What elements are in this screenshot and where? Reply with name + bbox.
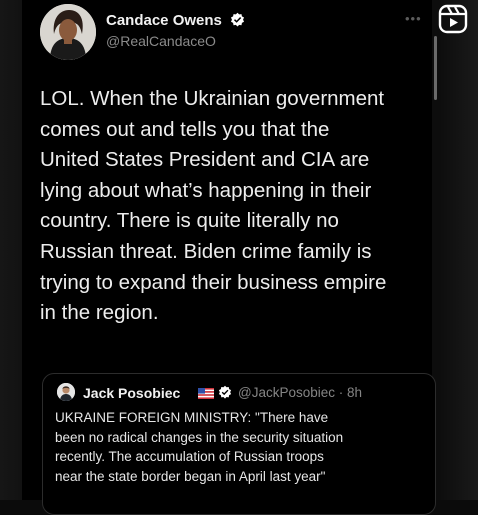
author-handle[interactable]: @RealCandaceO bbox=[106, 33, 216, 49]
author-avatar[interactable] bbox=[40, 4, 96, 60]
quote-author-name[interactable]: Jack Posobiec bbox=[83, 385, 180, 401]
verified-check-icon bbox=[218, 385, 232, 399]
tweet-text: LOL. When the Ukrainian government comes… bbox=[40, 87, 387, 325]
verified-check-icon bbox=[230, 12, 245, 27]
us-flag-icon bbox=[198, 388, 214, 399]
more-dots-icon[interactable]: ••• bbox=[405, 11, 422, 26]
author-name[interactable]: Candace Owens bbox=[106, 12, 222, 29]
reels-icon[interactable] bbox=[438, 4, 468, 34]
scrollbar[interactable] bbox=[434, 36, 437, 100]
quote-text: UKRAINE FOREIGN MINISTRY: "There have be… bbox=[55, 410, 344, 484]
quote-author-avatar[interactable] bbox=[57, 383, 75, 401]
quote-author-handle-time[interactable]: @JackPosobiec · 8h bbox=[238, 385, 362, 400]
quote-tweet[interactable]: Jack Posobiec @JackPosobiec · 8h UKRAINE… bbox=[42, 373, 436, 515]
